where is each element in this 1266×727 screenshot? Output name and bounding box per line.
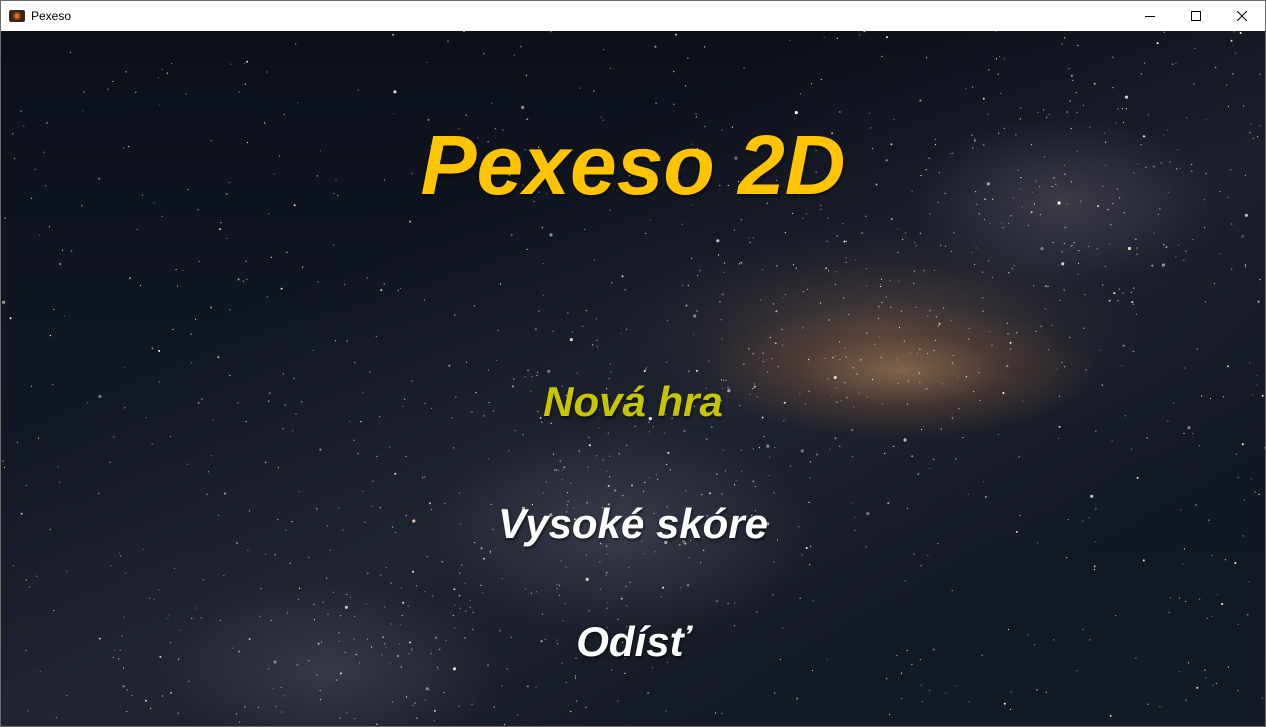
app-window: Pexeso Pexeso 2D Nová hra Vysoké skóre O…	[0, 0, 1266, 727]
window-title: Pexeso	[31, 9, 72, 23]
close-button[interactable]	[1219, 1, 1265, 31]
maximize-button[interactable]	[1173, 1, 1219, 31]
close-icon	[1237, 11, 1247, 21]
game-title: Pexeso 2D	[420, 118, 846, 212]
pexeso-app-icon	[9, 10, 25, 22]
window-controls	[1127, 1, 1265, 31]
window-titlebar[interactable]: Pexeso	[1, 1, 1265, 31]
minimize-button[interactable]	[1127, 1, 1173, 31]
minimize-icon	[1145, 16, 1155, 17]
maximize-icon	[1191, 11, 1201, 21]
menu-high-score[interactable]: Vysoké skóre	[1, 498, 1265, 550]
menu-quit[interactable]: Odísť	[1, 616, 1265, 668]
menu-new-game[interactable]: Nová hra	[1, 376, 1265, 428]
game-canvas: Pexeso 2D Nová hra Vysoké skóre Odísť	[1, 31, 1265, 726]
